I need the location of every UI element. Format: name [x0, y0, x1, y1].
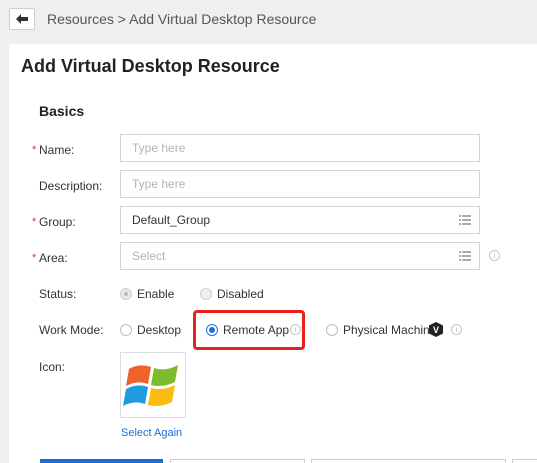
- icon-label: Icon:: [39, 360, 66, 374]
- status-disabled-label: Disabled: [217, 287, 264, 301]
- group-label: Group:: [39, 215, 76, 229]
- select-again-link[interactable]: Select Again: [121, 427, 182, 439]
- required-marker: *: [32, 216, 37, 228]
- name-input[interactable]: Type here: [120, 134, 480, 162]
- work-mode-desktop-radio[interactable]: [120, 324, 132, 336]
- secondary-button[interactable]: [512, 459, 537, 463]
- page-title: Add Virtual Desktop Resource: [21, 56, 280, 76]
- status-label: Status:: [39, 287, 77, 301]
- name-label: Name:: [39, 143, 75, 157]
- icon-preview[interactable]: [120, 352, 186, 418]
- work-mode-physical-machine-label[interactable]: Physical Machine: [343, 323, 436, 337]
- work-mode-physical-machine-radio[interactable]: [326, 324, 338, 336]
- work-mode-label: Work Mode:: [39, 323, 104, 337]
- work-mode-desktop-label[interactable]: Desktop: [137, 323, 181, 337]
- area-placeholder: Select: [132, 249, 166, 263]
- info-icon[interactable]: i: [451, 324, 462, 335]
- required-marker: *: [32, 144, 37, 156]
- required-marker: *: [32, 252, 37, 264]
- work-mode-remote-app-label[interactable]: Remote App: [223, 323, 289, 337]
- breadcrumb: Resources > Add Virtual Desktop Resource: [47, 11, 317, 27]
- list-icon: [459, 251, 471, 261]
- status-enable-label: Enable: [137, 287, 175, 301]
- status-disabled-radio: [200, 288, 212, 300]
- submit-button[interactable]: [40, 459, 163, 463]
- windows-logo-icon: [123, 365, 178, 406]
- area-select[interactable]: Select: [120, 242, 480, 270]
- description-input[interactable]: Type here: [120, 170, 480, 198]
- top-bar: Resources > Add Virtual Desktop Resource: [0, 0, 537, 40]
- work-mode-remote-app-radio[interactable]: [206, 324, 218, 336]
- vip-badge-text: V: [433, 325, 439, 335]
- description-label: Description:: [39, 179, 103, 193]
- vip-badge-icon: V: [429, 322, 443, 337]
- back-button[interactable]: [9, 8, 35, 30]
- secondary-button[interactable]: [311, 459, 506, 463]
- group-value: Default_Group: [132, 213, 211, 227]
- info-icon[interactable]: i: [489, 250, 500, 261]
- secondary-button[interactable]: [170, 459, 305, 463]
- info-icon[interactable]: i: [290, 324, 301, 335]
- section-title-basics: Basics: [39, 103, 85, 119]
- group-select[interactable]: Default_Group: [120, 206, 480, 234]
- list-icon: [459, 215, 471, 225]
- area-label: Area:: [39, 251, 68, 265]
- status-enable-radio: [120, 288, 132, 300]
- arrow-left-icon: [16, 14, 28, 24]
